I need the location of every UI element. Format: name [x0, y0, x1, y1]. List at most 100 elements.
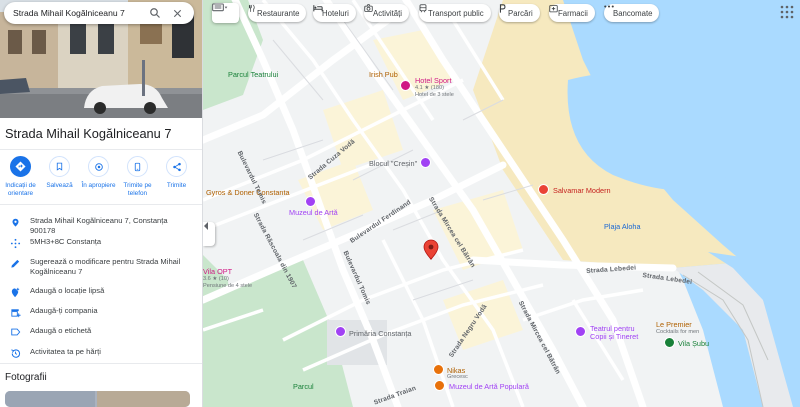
vila-opt-sub: Pensiune de 4 stele — [203, 283, 253, 289]
museum-icon — [434, 380, 445, 391]
close-icon[interactable] — [169, 5, 185, 21]
activity-row[interactable]: Activitatea ta pe hărți — [0, 347, 195, 359]
map-label-park[interactable]: Parcul Teatrului — [228, 70, 278, 79]
divider — [0, 149, 202, 150]
divider — [0, 363, 202, 364]
search-box — [4, 2, 194, 24]
map-label-salvamar[interactable]: Salvamar Modern — [553, 186, 611, 195]
map-label-muzeu-popular[interactable]: Muzeul de Artă Populară — [449, 382, 529, 391]
map-label-teatrul[interactable]: Teatrul pentru Copii și Tineret — [590, 325, 650, 341]
save-label: Salvează — [46, 182, 73, 189]
add-business-icon — [0, 306, 30, 318]
address-text: Strada Mihail Kogălniceanu 7, Constanța … — [30, 216, 168, 235]
keyboard-icon — [212, 3, 228, 12]
place-panel: Strada Mihail Kogălniceanu 7 Indicații d… — [0, 0, 203, 407]
chip-label: Restaurante — [257, 8, 300, 18]
add-label-row[interactable]: Adaugă o etichetă — [0, 326, 195, 337]
vila-opt-rating: 3.6 ★ (10) — [203, 276, 229, 282]
map-label-gyros[interactable]: Gyros & Doner Constanta — [206, 188, 290, 197]
photo-thumbnails[interactable] — [5, 391, 190, 407]
divider — [0, 204, 202, 205]
chip-label: Transport public — [428, 8, 484, 18]
location-pin-icon — [0, 216, 30, 228]
nearby-icon — [88, 156, 109, 177]
label-icon — [0, 326, 30, 337]
map-label-blocul[interactable]: Blocul "Creșin" — [369, 159, 417, 168]
layers-button[interactable] — [212, 3, 239, 23]
chip-label: Parcări — [508, 8, 533, 18]
chip-pharmacies[interactable]: Farmacii — [549, 4, 595, 22]
add-location-icon — [0, 286, 30, 298]
hotel-sport-sub: Hotel de 3 stele — [415, 92, 454, 98]
map-label-vila-opt[interactable]: Vila OPT — [203, 267, 232, 276]
chip-atm[interactable]: Bancomate — [604, 4, 660, 22]
add-business-text: Adaugă-ți compania — [30, 306, 98, 315]
history-icon — [0, 347, 30, 359]
chip-hotels[interactable]: Hoteluri — [313, 4, 356, 22]
share-button[interactable]: Trimite — [158, 156, 195, 198]
chip-label: Bancomate — [613, 8, 653, 18]
suggest-edit-text: Sugerează o modificare pentru Strada Mih… — [30, 257, 181, 276]
plus-code-icon — [0, 237, 30, 249]
edit-pencil-icon — [0, 257, 30, 269]
nikas-sub: Grecesc — [447, 374, 468, 380]
map-label-plaja[interactable]: Plaja Aloha — [604, 222, 641, 231]
map-label-vila-subu[interactable]: Vila Șubu — [678, 339, 709, 348]
directions-label: Indicații de orientare — [5, 182, 36, 197]
add-label-text: Adaugă o etichetă — [30, 326, 92, 335]
save-button[interactable]: Salvează — [41, 156, 78, 198]
directions-button[interactable]: Indicații de orientare — [2, 156, 39, 198]
add-location-row[interactable]: Adaugă o locație lipsă — [0, 286, 195, 298]
search-icon[interactable] — [147, 5, 163, 21]
activity-text: Activitatea ta pe hărți — [30, 347, 101, 356]
phone-icon — [127, 156, 148, 177]
action-bar: Indicații de orientare Salvează În aprop… — [0, 156, 202, 198]
chevron-left-icon — [204, 222, 208, 230]
plus-code-row[interactable]: 5MH3+8C Constanța — [0, 237, 195, 249]
send-to-phone-button[interactable]: Trimite pe telefon — [119, 156, 156, 198]
apps-grid-icon[interactable] — [780, 5, 794, 19]
le-premier-sub: Cocktails for men — [656, 329, 700, 335]
collapse-panel-button[interactable] — [203, 222, 215, 246]
add-business-row[interactable]: Adaugă-ți compania — [0, 306, 195, 318]
theater-icon — [575, 326, 586, 337]
map-label-primaria[interactable]: Primăria Constanța — [349, 329, 411, 338]
map-canvas[interactable]: Parcul Teatrului Irish Pub Hotel Sport 4… — [203, 0, 800, 407]
hotel-icon — [400, 80, 411, 91]
chip-transit[interactable]: Transport public — [419, 4, 491, 22]
map-label-irish-pub[interactable]: Irish Pub — [369, 70, 398, 79]
address-row[interactable]: Strada Mihail Kogălniceanu 7, Constanța … — [0, 216, 195, 236]
suggest-edit-row[interactable]: Sugerează o modificare pentru Strada Mih… — [0, 257, 195, 277]
museum-icon — [305, 196, 316, 207]
app-root: Strada Mihail Kogălniceanu 7 Indicații d… — [0, 0, 800, 407]
photos-heading: Fotografii — [5, 372, 47, 383]
send-to-phone-label: Trimite pe telefon — [123, 182, 152, 197]
chip-restaurants[interactable]: Restaurante — [248, 4, 307, 22]
hotel-sport-rating: 4.1 ★ (180) — [415, 85, 444, 91]
bookmark-icon — [49, 156, 70, 177]
share-label: Trimite — [166, 182, 187, 189]
chip-label: Activități — [373, 8, 403, 18]
food-icon — [433, 364, 444, 375]
chip-label: Hoteluri — [322, 8, 349, 18]
lifeguard-icon — [538, 184, 549, 195]
map-layer — [203, 0, 800, 407]
park-icon — [664, 337, 675, 348]
add-location-text: Adaugă o locație lipsă — [30, 286, 105, 295]
map-label-muzeu[interactable]: Muzeul de Artă — [289, 208, 338, 217]
map-label-hotel-sport[interactable]: Hotel Sport — [415, 76, 452, 85]
search-input[interactable] — [13, 8, 141, 18]
directions-icon — [10, 156, 31, 177]
plus-code-text: 5MH3+8C Constanța — [30, 237, 102, 246]
nearby-button[interactable]: În apropiere — [80, 156, 117, 198]
share-icon — [166, 156, 187, 177]
city-hall-icon — [335, 326, 346, 337]
chip-parking[interactable]: Parcări — [499, 4, 540, 22]
map-label-parcul[interactable]: Parcul — [293, 382, 314, 391]
chip-label: Farmacii — [558, 8, 588, 18]
chip-activities[interactable]: Activități — [364, 4, 410, 22]
landmark-icon — [420, 157, 431, 168]
place-title: Strada Mihail Kogălniceanu 7 — [5, 126, 172, 141]
nearby-label: În apropiere — [81, 182, 116, 189]
map-label-le-premier[interactable]: Le Premier — [656, 320, 692, 329]
